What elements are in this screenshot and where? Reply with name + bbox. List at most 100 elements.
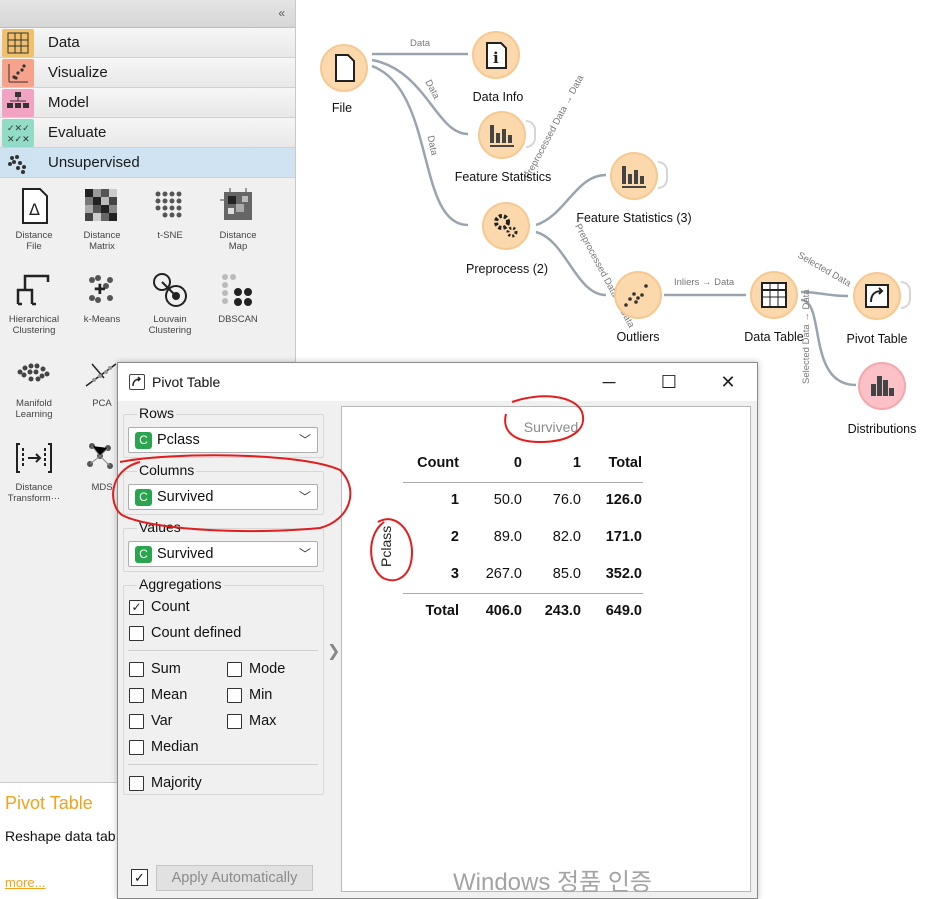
checkbox-label: Majority <box>151 775 202 791</box>
apply-automatically-button[interactable]: Apply Automatically <box>156 865 313 891</box>
header-total: Total <box>608 455 642 471</box>
table-cell: 85.0 <box>552 566 581 582</box>
visualize-category-icon <box>2 59 34 87</box>
widget-label: Matrix <box>89 241 115 252</box>
widget-k-means[interactable]: ✚ k-Means <box>68 270 136 325</box>
header-rule <box>403 482 643 483</box>
widget-distance-matrix[interactable]: Distance Matrix <box>68 186 136 252</box>
close-button[interactable]: ✕ <box>713 369 743 395</box>
chevron-down-icon: ﹀ <box>298 547 311 561</box>
row-variable-label: Pclass <box>378 525 394 567</box>
collapse-icon[interactable]: « <box>278 6 285 20</box>
help-more-link[interactable]: more... <box>5 875 45 890</box>
svg-text:✓✕✓: ✓✕✓ <box>7 124 30 134</box>
node-label-data-info: Data Info <box>472 90 524 104</box>
checkbox-box <box>129 740 144 755</box>
widget-label: Distance <box>219 230 257 241</box>
widget-manifold-learning[interactable]: Manifold Learning <box>0 354 68 420</box>
node-label-distributions: Distributions <box>847 422 917 436</box>
checkbox-box <box>129 688 144 703</box>
widget-t-sne[interactable]: t-SNE <box>136 186 204 241</box>
header-col-0: 0 <box>513 455 522 471</box>
categorical-badge: C <box>135 489 152 506</box>
node-feature-statistics-3[interactable] <box>610 152 658 200</box>
outliers-icon <box>624 284 648 307</box>
checkbox-label: Mean <box>151 687 188 703</box>
grand-total: 649.0 <box>605 603 642 619</box>
node-label-data-table: Data Table <box>744 330 804 344</box>
svg-text:✕✓✕: ✕✓✕ <box>7 135 30 145</box>
rows-select[interactable]: C Pclass ﹀ <box>128 427 318 453</box>
k-means-icon: ✚ <box>89 275 113 303</box>
column-variable-label: Survived <box>523 419 579 435</box>
hierarchical-clustering-icon <box>16 274 50 306</box>
table-cell: 76.0 <box>552 492 581 508</box>
separator <box>128 650 318 651</box>
widget-label: MDS <box>91 482 113 493</box>
checkbox-box <box>129 626 144 641</box>
chevron-right-icon[interactable]: ❯ <box>327 641 340 661</box>
node-pivot-table[interactable] <box>853 272 901 320</box>
node-label-file: File <box>331 101 353 115</box>
widget-dbscan[interactable]: DBSCAN <box>204 270 272 325</box>
widget-label: k-Means <box>83 314 121 325</box>
category-evaluate[interactable]: ✓✕✓ ✕✓✕ Evaluate <box>0 118 295 148</box>
distance-file-icon: Δ <box>22 188 48 224</box>
node-preprocess[interactable] <box>482 202 530 250</box>
widget-distance-transformation[interactable]: Distance Transform··· <box>0 438 68 504</box>
table-cell: 50.0 <box>493 492 522 508</box>
table-icon <box>761 282 787 308</box>
category-visualize[interactable]: Visualize <box>0 58 295 88</box>
widget-label: t-SNE <box>157 230 183 241</box>
node-distributions[interactable] <box>858 362 906 410</box>
maximize-button[interactable]: ☐ <box>654 369 684 395</box>
minimize-button[interactable]: ─ <box>594 369 624 395</box>
node-data-table[interactable] <box>750 271 798 319</box>
values-label: Values <box>137 519 183 535</box>
checkbox-label: Var <box>151 713 173 729</box>
node-label-outliers: Outliers <box>616 330 660 344</box>
checkbox-label: Mode <box>249 661 286 677</box>
svg-text:Δ: Δ <box>29 200 40 219</box>
dbscan-icon <box>222 274 252 306</box>
table-cell: 89.0 <box>493 529 522 545</box>
category-data[interactable]: Data <box>0 28 295 58</box>
manifold-learning-icon <box>17 363 50 382</box>
checkbox-label: Sum <box>151 661 181 677</box>
checkbox-label: Count <box>151 599 190 615</box>
evaluate-category-icon: ✓✕✓ ✕✓✕ <box>2 119 34 147</box>
distance-matrix-icon <box>85 189 117 221</box>
dialog-titlebar[interactable]: Pivot Table ─ ☐ ✕ <box>118 363 757 401</box>
unsupervised-category-icon <box>2 149 34 177</box>
columns-label: Columns <box>137 462 197 478</box>
distance-transformation-icon <box>16 443 52 473</box>
node-data-info[interactable]: i <box>472 31 520 79</box>
category-model[interactable]: Model <box>0 88 295 118</box>
widget-distance-map[interactable]: Distance Map <box>204 186 272 252</box>
widget-label: Transform··· <box>7 493 61 504</box>
widget-louvain-clustering[interactable]: Louvain Clustering <box>136 270 204 336</box>
node-feature-statistics[interactable] <box>478 111 526 159</box>
node-file[interactable] <box>320 44 368 92</box>
widget-label: Map <box>228 241 248 252</box>
table-cell: 82.0 <box>552 529 581 545</box>
pivot-table-icon <box>129 374 145 390</box>
totals-label: Total <box>425 603 459 619</box>
node-label-preprocess: Preprocess (2) <box>466 262 548 276</box>
row-label: 1 <box>450 492 459 508</box>
header-count: Count <box>417 455 459 471</box>
widget-hierarchical-clustering[interactable]: Hierarchical Clustering <box>0 270 68 336</box>
rows-label: Rows <box>137 405 177 421</box>
category-unsupervised[interactable]: Unsupervised <box>0 148 295 178</box>
checkbox-box <box>129 662 144 677</box>
widget-distance-file[interactable]: Δ Distance File <box>0 186 68 252</box>
values-value: Survived <box>157 546 214 562</box>
values-select[interactable]: C Survived ﹀ <box>128 541 318 567</box>
apply-automatically-checkbox[interactable]: ✓ <box>131 869 148 886</box>
link-file-fs <box>371 58 469 136</box>
orange-canvas-window: « Data Visualize Model ✓✕✓✕✓✕ Evaluate <box>0 0 928 899</box>
columns-select[interactable]: C Survived ﹀ <box>128 484 318 510</box>
widget-label: DBSCAN <box>218 314 258 325</box>
node-outliers[interactable] <box>614 271 662 319</box>
row-total: 171.0 <box>605 529 642 545</box>
